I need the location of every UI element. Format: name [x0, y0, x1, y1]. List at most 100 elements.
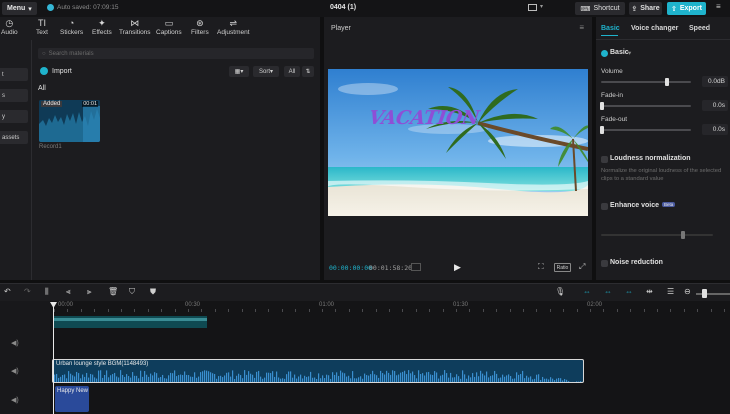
volume-value-field[interactable]: 0.0dB	[702, 76, 728, 87]
fadeout-value-field[interactable]: 0.0s	[702, 124, 728, 135]
waveform-bar	[268, 372, 270, 382]
project-title[interactable]: 0404 (1)	[330, 4, 356, 11]
fullscreen-icon[interactable]: ⤢	[579, 262, 585, 272]
text-clip[interactable]: Happy New	[55, 386, 89, 412]
speaker-icon[interactable]: ◀)	[11, 396, 19, 404]
split-icon[interactable]: ⫼	[45, 287, 49, 297]
tab-transitions[interactable]: ⋈ Transitions	[119, 18, 151, 36]
sidebar-item[interactable]: s	[0, 89, 28, 102]
waveform-bar	[516, 372, 518, 382]
video-clip[interactable]	[53, 316, 207, 328]
auto-snap-icon[interactable]: ⇔	[604, 287, 612, 296]
tab-adjustment[interactable]: ⇌ Adjustment	[217, 18, 250, 36]
noise-reduction-checkbox[interactable]	[601, 260, 608, 267]
crop-icon[interactable]: ⛶	[538, 262, 544, 272]
all-filter-button[interactable]: All	[284, 66, 300, 77]
playhead[interactable]	[53, 303, 54, 414]
ruler-tick	[241, 309, 243, 312]
waveform-bar	[132, 372, 134, 382]
marker-icon[interactable]: ⛉	[129, 287, 135, 297]
tab-audio[interactable]: ◷ Audio	[1, 18, 18, 36]
search-input[interactable]: ○ Search materials	[38, 48, 314, 59]
import-button[interactable]: Import	[40, 67, 72, 75]
tab-effects[interactable]: ✦ Effects	[92, 18, 112, 36]
ruler-tick	[643, 309, 645, 312]
split-right-icon[interactable]: ⫸	[87, 287, 92, 297]
waveform-bar	[424, 375, 426, 382]
loudness-checkbox[interactable]	[601, 156, 608, 163]
more-icon[interactable]: ≡	[716, 2, 721, 11]
filter-icon[interactable]: ⇅	[302, 66, 314, 77]
clip-strip	[53, 318, 207, 321]
microphone-icon[interactable]: 🎙	[555, 287, 565, 296]
linkage-icon[interactable]: ⇔	[625, 287, 633, 296]
tab-filters[interactable]: ⊛ Filters	[191, 18, 209, 36]
tab-text[interactable]: TI Text	[36, 18, 48, 36]
redo-icon[interactable]: ↷	[24, 287, 31, 296]
tab-captions[interactable]: ▭ Captions	[156, 18, 182, 36]
chevron-down-icon[interactable]: ▾	[540, 3, 543, 10]
volume-slider-handle[interactable]	[665, 78, 669, 86]
timeline[interactable]: ◀) ◀) ◀) 00:00 00:30 01:00 01:30 02:00 U…	[0, 301, 730, 414]
ruler-tick	[563, 309, 565, 312]
waveform-bar	[532, 379, 534, 382]
basic-checkbox[interactable]	[601, 50, 608, 57]
main-track-magnet-icon[interactable]: ⇔	[583, 287, 591, 296]
sidebar-item[interactable]: t	[0, 68, 28, 81]
menu-button[interactable]: Menu ▾	[2, 2, 37, 15]
waveform-bar	[346, 376, 348, 382]
sidebar-item[interactable]: y	[0, 110, 28, 123]
layout-icon[interactable]	[528, 4, 537, 11]
export-button[interactable]: ⇧ Export	[667, 2, 706, 15]
tab-speed[interactable]: Speed	[689, 25, 710, 32]
enhance-voice-label: Enhance voice	[610, 202, 660, 209]
align-icon[interactable]: ☰	[667, 287, 674, 296]
split-left-icon[interactable]: ⫷	[66, 287, 71, 297]
delete-icon[interactable]: 🗑	[108, 287, 118, 296]
tab-basic[interactable]: Basic	[601, 25, 620, 32]
fadeout-slider[interactable]	[601, 129, 691, 131]
tab-voice-changer[interactable]: Voice changer	[631, 25, 678, 32]
waveform-bar	[282, 378, 284, 382]
waveform-bar	[354, 378, 356, 382]
frame-icon[interactable]	[411, 263, 421, 271]
undo-icon[interactable]: ↶	[4, 287, 11, 296]
ruler-tick	[308, 309, 310, 312]
play-button[interactable]: ▶	[454, 262, 461, 273]
video-preview[interactable]: VACATION	[328, 69, 588, 216]
zoom-slider-handle[interactable]	[702, 289, 707, 298]
media-item[interactable]: Added 00:01	[39, 100, 100, 142]
ruler-tick	[415, 309, 417, 312]
grid-view-icon[interactable]: ▦▾	[229, 66, 249, 77]
audio-clip[interactable]: Urban lounge style BGM(1148493)	[52, 359, 584, 383]
share-button[interactable]: ⇪ Share	[629, 2, 662, 15]
waveform-bar	[410, 373, 412, 382]
shortcut-button[interactable]: ⌨ Shortcut	[575, 2, 625, 15]
volume-label: Volume	[601, 68, 623, 75]
speaker-icon[interactable]: ◀)	[11, 339, 19, 347]
preview-axis-icon[interactable]: ⇹	[646, 287, 653, 296]
chevron-down-icon[interactable]: ▾	[628, 49, 631, 57]
tab-label: Captions	[156, 29, 182, 36]
waveform-bar	[206, 370, 208, 382]
fadein-value-field[interactable]: 0.0s	[702, 100, 728, 111]
speaker-icon[interactable]: ◀)	[11, 367, 19, 375]
shield-icon[interactable]: ⛊	[150, 287, 156, 297]
zoom-out-icon[interactable]: ⊖	[684, 287, 691, 296]
tab-stickers[interactable]: ◔ Stickers	[60, 18, 83, 36]
section-label: All	[38, 85, 46, 92]
sort-button[interactable]: Sort ▾	[253, 66, 279, 77]
menu-icon[interactable]: ≡	[579, 23, 584, 32]
ratio-button[interactable]: Ratio	[554, 263, 571, 272]
beach-scene	[328, 69, 588, 216]
search-icon: ○	[42, 50, 46, 57]
fadein-slider[interactable]	[601, 105, 691, 107]
waveform-bar	[580, 381, 582, 382]
fadein-slider-handle[interactable]	[600, 102, 604, 110]
enhance-voice-checkbox[interactable]	[601, 203, 608, 210]
fadeout-slider-handle[interactable]	[600, 126, 604, 134]
time-ruler[interactable]: 00:00 00:30 01:00 01:30 02:00	[50, 301, 730, 313]
waveform-bar	[236, 375, 238, 382]
volume-slider[interactable]	[601, 81, 691, 83]
sidebar-item-assets[interactable]: assets	[0, 131, 28, 144]
